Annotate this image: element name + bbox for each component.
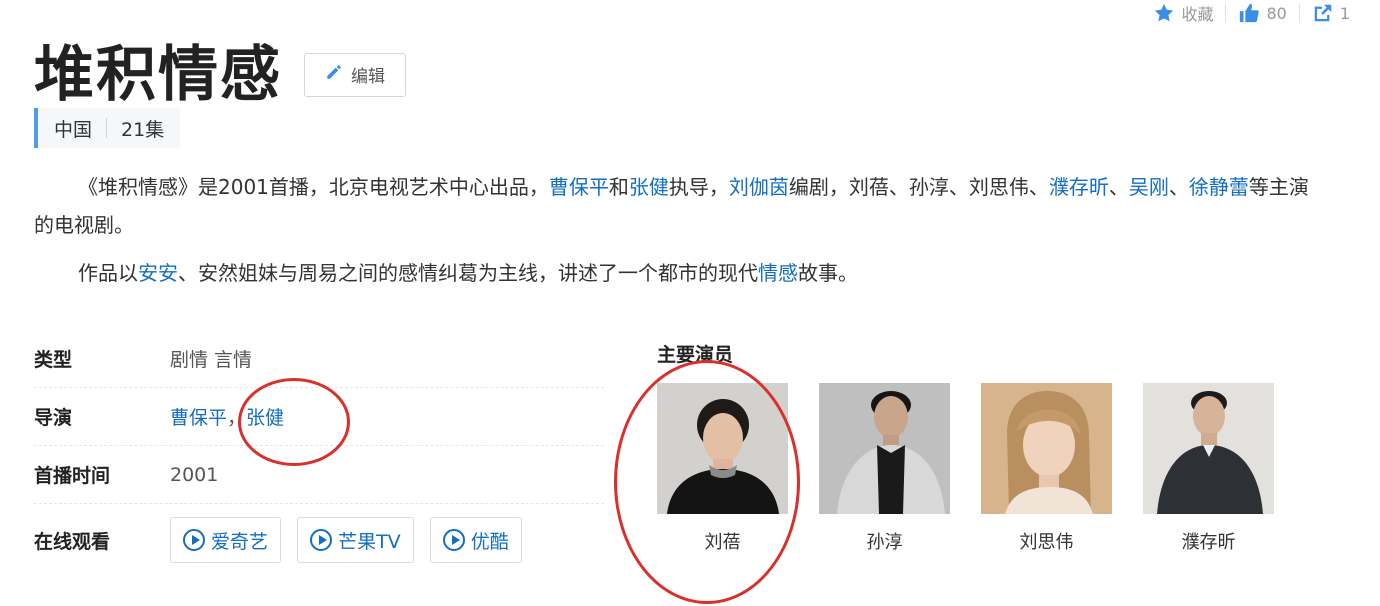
actor-photo [981,383,1112,514]
intro-text: 和 [608,175,629,199]
intro-link[interactable]: 曹保平 [549,175,609,199]
like-button[interactable]: 80 [1226,2,1298,24]
director-link-cao-baoping[interactable]: 曹保平 [170,407,227,429]
title-row: 堆积情感 编辑 [34,26,406,113]
cast-card[interactable]: 刘思伟 [981,383,1112,554]
director-link-zhang-jian[interactable]: 张健 [246,407,284,429]
info-row-type: 类型 剧情 言情 [34,330,604,388]
actor-photo [657,383,788,514]
share-button[interactable]: 1 [1300,2,1362,24]
actor-name: 刘思伟 [1019,532,1074,553]
info-row-director: 导演 曹保平，张健 [34,388,604,446]
actor-photo [1143,383,1274,514]
intro-link[interactable]: 吴刚 [1129,175,1169,199]
intro-text: 、 [1108,175,1129,199]
thumbs-up-icon [1238,2,1260,24]
intro-link[interactable]: 安安 [138,261,178,285]
actor-name: 孙淳 [866,532,903,553]
intro-text: 编剧，刘蓓、孙淳、刘思伟、 [788,175,1049,199]
info-row-watch: 在线观看 爱奇艺 芒果TV 优酷 [34,504,604,576]
actor-photo [819,383,950,514]
info-row-premiere: 首播时间 2001 [34,446,604,504]
country-tag: 中国 [54,118,93,141]
cast-section-title: 主要演员 [657,344,734,366]
intro-paragraph-2: 作品以安安、安然姐妹与周易之间的感情纠葛为主线，讲述了一个都市的现代情感故事。 [34,254,1324,292]
pencil-icon [325,63,343,86]
intro-link[interactable]: 张健 [629,175,669,199]
watch-youku-button[interactable]: 优酷 [429,517,522,563]
cast-list: 刘蓓 孙淳 刘思伟 濮存昕 [657,383,1274,554]
share-icon [1312,2,1334,24]
watch-option-label: 爱奇艺 [211,530,269,553]
intro-paragraph-1: 《堆积情感》是2001首播，北京电视艺术中心出品，曹保平和张健执导，刘伽茵编剧，… [34,168,1324,244]
premiere-label: 首播时间 [34,465,111,487]
page-title: 堆积情感 [34,40,282,110]
intro-text: 执导， [668,175,729,199]
cast-card[interactable]: 濮存昕 [1143,383,1274,554]
type-label: 类型 [34,349,73,371]
like-count: 80 [1266,3,1287,23]
director-value: 曹保平，张健 [170,403,284,430]
basic-info-table: 类型 剧情 言情 导演 曹保平，张健 首播时间 2001 在线观看 爱奇艺 芒果… [34,330,604,576]
cast-card[interactable]: 孙淳 [819,383,950,554]
collect-button[interactable]: 收藏 [1141,1,1225,25]
premiere-value: 2001 [170,463,219,486]
action-toolbar: 收藏 80 1 [1141,0,1362,26]
intro-text: 、安然姐妹与周易之间的感情纠葛为主线，讲述了一个都市的现代 [178,261,758,285]
actor-name: 濮存昕 [1181,532,1236,553]
play-icon [442,529,465,551]
meta-divider [106,118,108,138]
intro-text: 《堆积情感》是2001首播，北京电视艺术中心出品， [78,175,549,199]
watch-option-label: 优酷 [470,530,509,553]
director-separator: ， [227,407,247,429]
intro-link[interactable]: 徐静蕾 [1189,175,1249,199]
star-icon [1153,2,1175,24]
cast-card[interactable]: 刘蓓 [657,383,788,554]
watch-label: 在线观看 [34,530,111,553]
director-label: 导演 [34,407,73,429]
play-icon [183,529,205,551]
edit-label: 编辑 [351,67,385,87]
watch-option-label: 芒果TV [338,530,401,553]
play-icon [310,529,333,551]
actor-name: 刘蓓 [704,532,741,553]
intro-link[interactable]: 情感 [758,261,798,285]
type-value: 剧情 言情 [170,349,253,371]
intro-link[interactable]: 刘伽茵 [729,175,789,199]
intro-text: 故事。 [798,261,858,285]
watch-options: 爱奇艺 芒果TV 优酷 [170,517,532,563]
watch-iqiyi-button[interactable]: 爱奇艺 [170,517,282,563]
share-count: 1 [1339,3,1350,23]
intro-text: 作品以 [78,261,138,285]
edit-button[interactable]: 编辑 [304,52,406,97]
collect-label: 收藏 [1181,5,1214,24]
watch-mgtv-button[interactable]: 芒果TV [297,517,414,563]
intro-text: 、 [1168,175,1189,199]
meta-summary: 中国 21集 [34,108,181,148]
episodes-tag: 21集 [121,118,165,141]
intro-link[interactable]: 濮存昕 [1049,175,1109,199]
